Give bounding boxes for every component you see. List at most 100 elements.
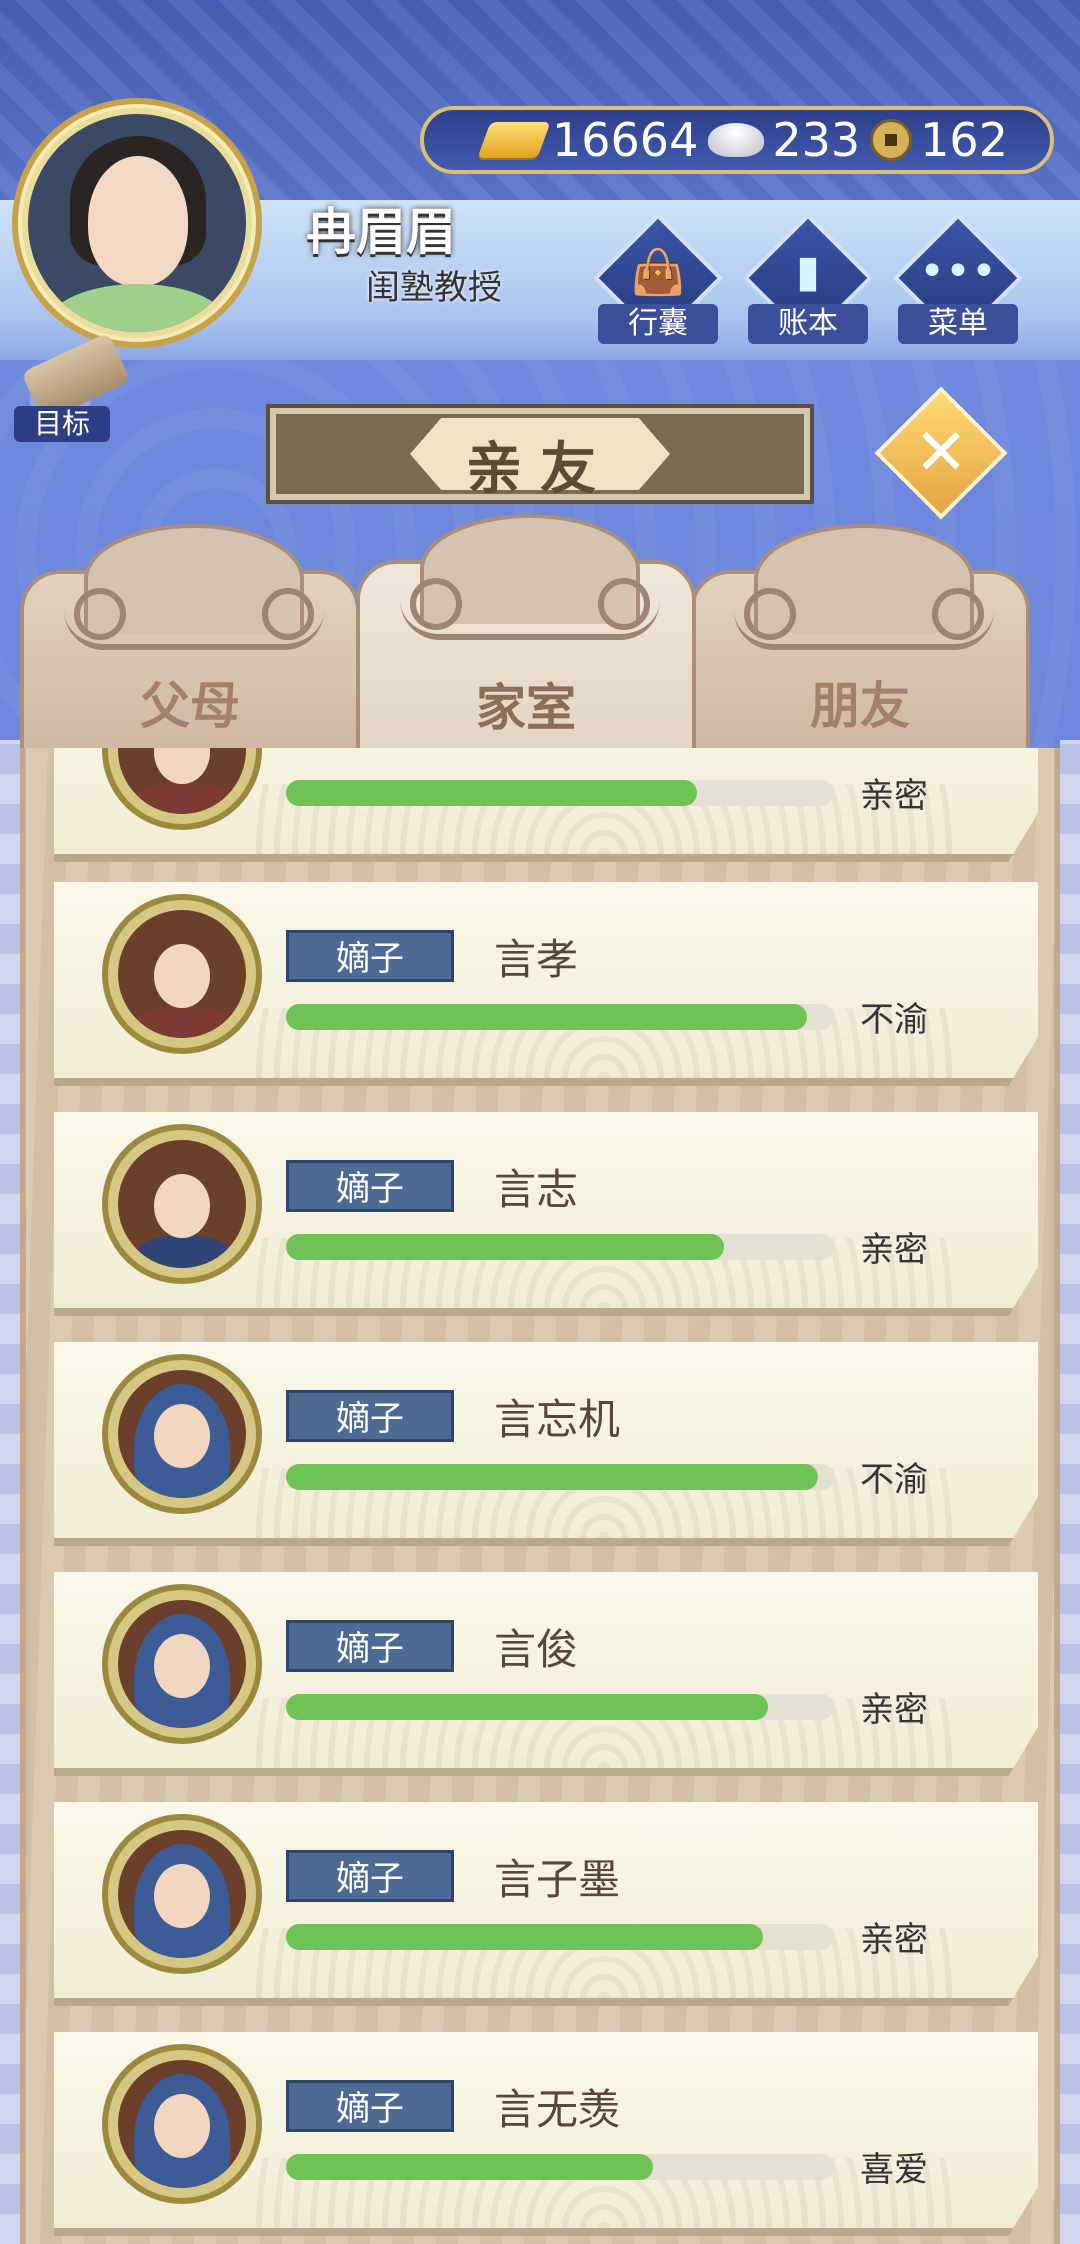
portrait-face xyxy=(154,1404,210,1468)
relationship-status: 喜爱 xyxy=(860,2150,928,2190)
portrait-background xyxy=(118,1600,246,1728)
portrait-background xyxy=(118,2060,246,2188)
goal-button[interactable]: 目标 xyxy=(14,332,131,442)
player-title: 闺塾教授 xyxy=(366,268,502,308)
child-name: 言孝 xyxy=(494,935,579,984)
list-item[interactable]: 嫡子 言俊 亲密 xyxy=(54,1572,1038,1776)
portrait-body xyxy=(138,1006,228,1038)
child-name: 言忘机 xyxy=(494,1395,621,1444)
role-badge: 嫡子 xyxy=(286,930,454,982)
affinity-bar-fill xyxy=(286,1234,725,1260)
child-portrait xyxy=(102,748,262,830)
affinity-bar xyxy=(286,2154,834,2180)
left-border-pattern xyxy=(0,740,20,2244)
silver-counter: 233 xyxy=(708,113,860,167)
affinity-bar-fill xyxy=(286,780,697,806)
avatar-background xyxy=(28,114,246,332)
player-name: 冉眉眉 xyxy=(306,203,456,261)
list-item[interactable]: 嫡子 言无羡 喜爱 xyxy=(54,2032,1038,2236)
portrait-face xyxy=(154,748,210,784)
affinity-bar-fill xyxy=(286,1924,763,1950)
list-item[interactable]: 嫡子 言忘机 不渝 xyxy=(54,1342,1038,1546)
coin-counter: 162 xyxy=(870,113,1008,167)
coin-amount: 162 xyxy=(920,113,1008,167)
goal-label: 目标 xyxy=(14,406,110,442)
silver-ingot-icon xyxy=(708,123,765,157)
portrait-face xyxy=(154,1174,210,1238)
tab-parents[interactable]: 父母 xyxy=(20,524,360,756)
portrait-background xyxy=(118,748,246,814)
affinity-bar-fill xyxy=(286,1694,769,1720)
list-item[interactable]: 嫡子 言子墨 亲密 xyxy=(54,1802,1038,2006)
tab-family[interactable]: 家室 xyxy=(356,514,696,760)
child-portrait xyxy=(102,1124,262,1284)
relationship-status: 不渝 xyxy=(860,1000,928,1040)
tab-label: 家室 xyxy=(476,679,576,737)
relationship-status: 亲密 xyxy=(860,776,928,816)
silver-amount: 233 xyxy=(772,113,861,167)
affinity-bar xyxy=(286,1004,834,1030)
affinity-bar-fill xyxy=(286,1004,807,1030)
title-banner: 亲友 xyxy=(266,404,814,504)
affinity-bar xyxy=(286,780,834,806)
list-item[interactable]: 亲密 xyxy=(54,748,1038,862)
currency-bar: 16664 233 162 xyxy=(420,106,1054,174)
avatar-body xyxy=(48,284,228,332)
ledger-label: 账本 xyxy=(748,304,868,344)
relationship-status: 亲密 xyxy=(860,1230,928,1270)
gold-counter: 16664 xyxy=(477,113,699,167)
relationship-status: 不渝 xyxy=(860,1460,928,1500)
child-name: 言子墨 xyxy=(494,1855,621,1904)
role-badge: 嫡子 xyxy=(286,1850,454,1902)
bag-button[interactable]: 👜 行囊 xyxy=(592,212,724,346)
avatar-face xyxy=(88,156,188,286)
gold-amount: 16664 xyxy=(552,113,699,167)
child-portrait xyxy=(102,2044,262,2204)
relationship-status: 亲密 xyxy=(860,1920,928,1960)
child-name: 言俊 xyxy=(494,1625,579,1674)
role-badge: 嫡子 xyxy=(286,1620,454,1672)
affinity-bar xyxy=(286,1234,834,1260)
tab-label: 朋友 xyxy=(810,677,910,735)
tab-label: 父母 xyxy=(140,677,240,735)
copper-coin-icon xyxy=(870,119,913,161)
list-item[interactable]: 嫡子 言孝 不渝 xyxy=(54,882,1038,1086)
affinity-bar xyxy=(286,1924,834,1950)
child-portrait xyxy=(102,1354,262,1514)
portrait-background xyxy=(118,1830,246,1958)
child-portrait xyxy=(102,1814,262,1974)
player-avatar[interactable] xyxy=(12,98,262,348)
relationship-status: 亲密 xyxy=(860,1690,928,1730)
close-icon[interactable]: ✕ xyxy=(894,406,988,500)
child-name: 言无羡 xyxy=(494,2085,621,2134)
role-badge: 嫡子 xyxy=(286,2080,454,2132)
child-name: 言志 xyxy=(494,1165,579,1214)
portrait-face xyxy=(154,1634,210,1698)
gold-ingot-icon xyxy=(477,122,551,158)
cloud-swirl-icon xyxy=(400,574,660,640)
portrait-background xyxy=(118,1140,246,1268)
cloud-swirl-icon xyxy=(64,584,324,650)
more-dots-icon: ••• xyxy=(919,246,997,297)
portrait-face xyxy=(154,944,210,1008)
ledger-book-icon: ▮ xyxy=(795,246,821,297)
bag-label: 行囊 xyxy=(598,304,718,344)
right-border-pattern xyxy=(1060,740,1080,2244)
portrait-body xyxy=(138,1236,228,1268)
cloud-swirl-icon xyxy=(734,584,994,650)
role-badge: 嫡子 xyxy=(286,1160,454,1212)
child-portrait xyxy=(102,1584,262,1744)
affinity-bar xyxy=(286,1464,834,1490)
portrait-background xyxy=(118,1370,246,1498)
tab-friends[interactable]: 朋友 xyxy=(690,524,1030,756)
bag-icon: 👜 xyxy=(630,247,686,298)
portrait-background xyxy=(118,910,246,1038)
portrait-body xyxy=(138,782,228,814)
menu-button[interactable]: ••• 菜单 xyxy=(892,212,1024,346)
portrait-face xyxy=(154,2094,210,2158)
affinity-bar-fill xyxy=(286,2154,654,2180)
list-item[interactable]: 嫡子 言志 亲密 xyxy=(54,1112,1038,1316)
ledger-button[interactable]: ▮ 账本 xyxy=(742,212,874,346)
affinity-bar-fill xyxy=(286,1464,818,1490)
relatives-list[interactable]: 亲密 嫡子 言孝 不渝 嫡子 言志 亲密 嫡子 言忘机 不渝 嫡子 言俊 亲密 … xyxy=(20,748,1060,2244)
